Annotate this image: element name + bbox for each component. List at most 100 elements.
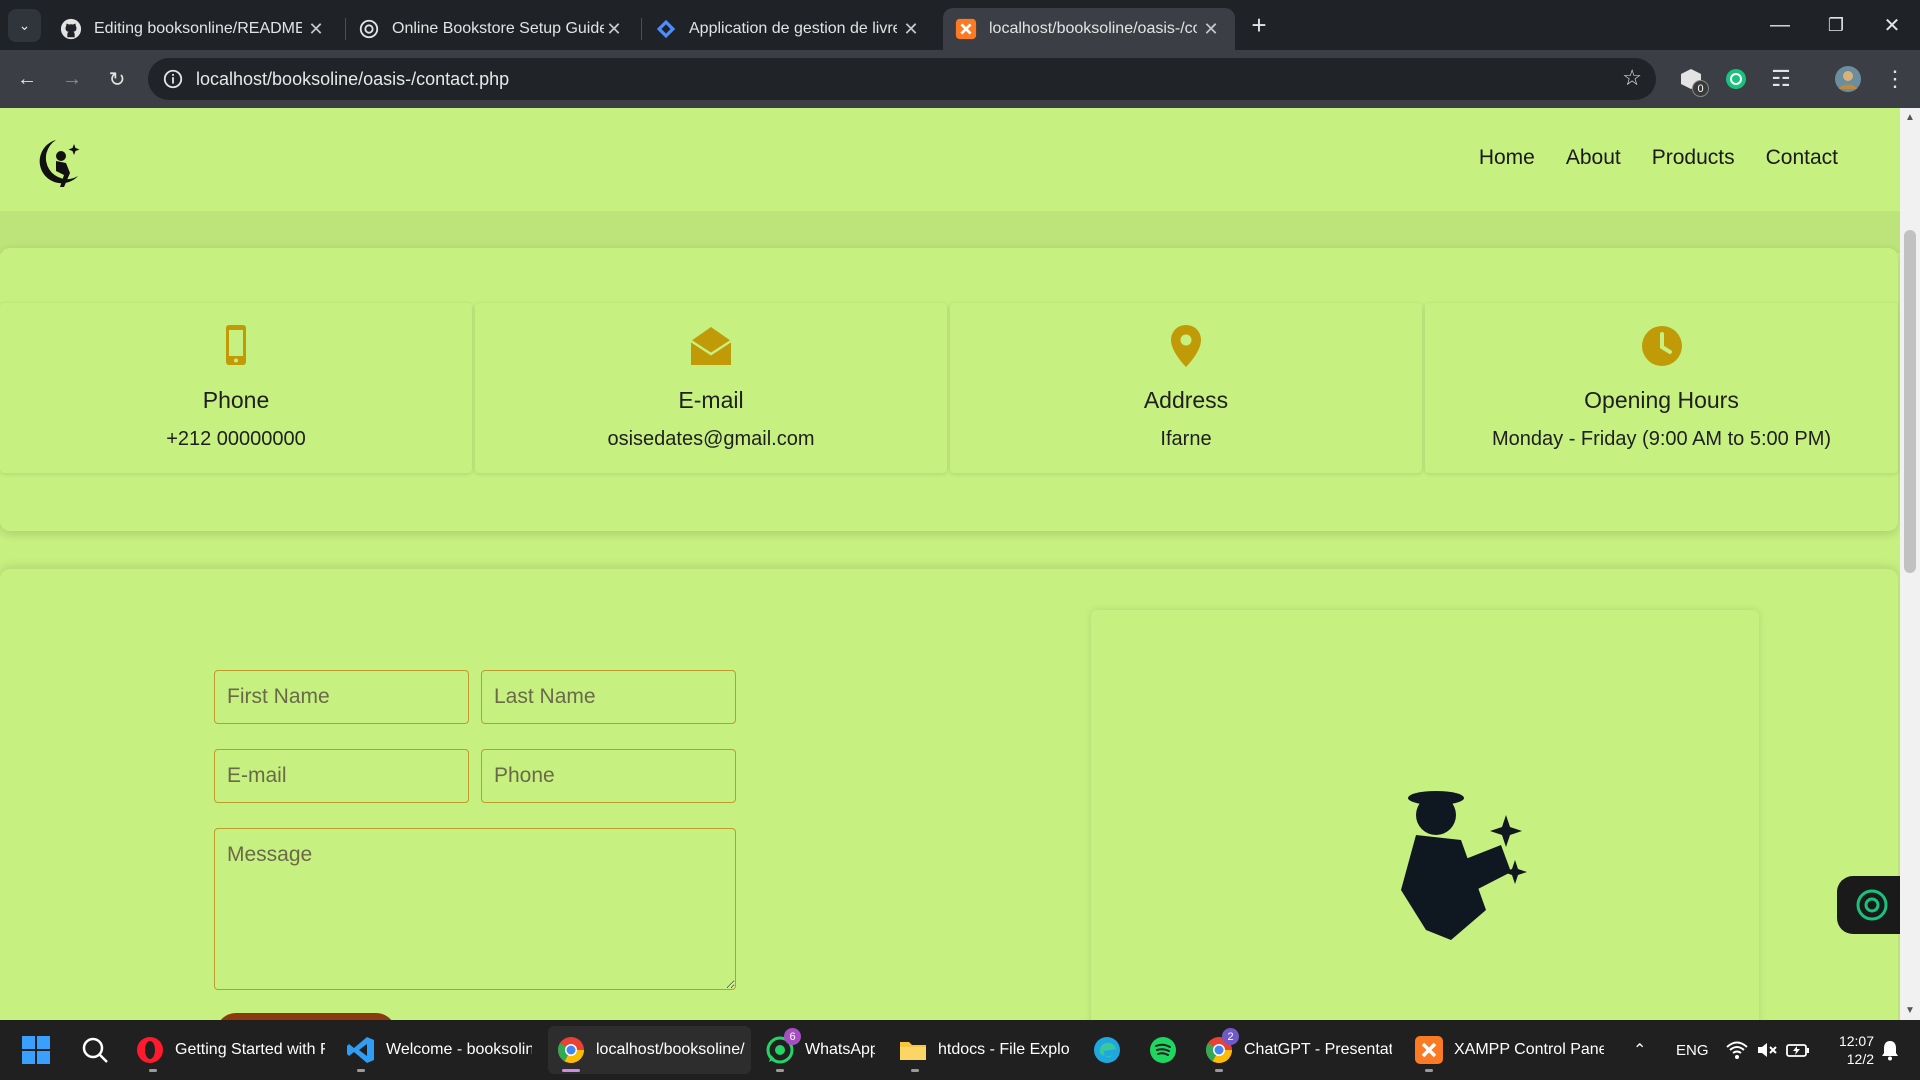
tab-github[interactable]: Editing booksonline/README.md ✕ <box>48 8 340 50</box>
page-viewport: Home About Products Contact Phone +212 0… <box>0 108 1900 1020</box>
taskbar-item-opera[interactable]: Getting Started with F <box>135 1026 325 1074</box>
start-button[interactable] <box>20 1026 52 1074</box>
running-indicator <box>1215 1069 1223 1072</box>
forward-button[interactable]: → <box>57 64 87 94</box>
close-window-button[interactable]: ✕ <box>1864 0 1920 50</box>
email-input[interactable] <box>214 749 469 803</box>
info-value: Monday - Friday (9:00 AM to 5:00 PM) <box>1491 428 1832 450</box>
edge-icon <box>1094 1037 1120 1063</box>
restore-icon: ❐ <box>1827 14 1845 35</box>
spotify-icon <box>1150 1037 1176 1063</box>
site-header: Home About Products Contact <box>0 108 1900 211</box>
taskbar-item-whatsapp[interactable]: 6 WhatsApp <box>765 1026 880 1074</box>
info-value[interactable]: osisedates@gmail.com <box>475 428 947 451</box>
info-box-hours: Opening Hours Monday - Friday (9:00 AM t… <box>1425 303 1898 473</box>
close-icon[interactable]: ✕ <box>604 19 624 39</box>
close-icon: ✕ <box>1883 14 1901 37</box>
info-value: Ifarne <box>1160 428 1212 450</box>
arrow-left-icon: ← <box>17 67 37 90</box>
extension-button[interactable]: 0 <box>1676 64 1709 97</box>
site-info-icon[interactable] <box>162 68 184 90</box>
scroll-down-icon[interactable]: ▼ <box>1905 1005 1915 1016</box>
info-title: E-mail <box>678 387 744 413</box>
star-icon[interactable]: ☆ <box>1622 65 1642 91</box>
clock-date: 12/2 <box>1846 1051 1874 1067</box>
tab-chatgpt[interactable]: Online Bookstore Setup Guide ✕ <box>346 8 638 50</box>
minimize-button[interactable]: — <box>1752 0 1808 50</box>
last-name-input[interactable] <box>481 670 736 724</box>
browser-menu-button[interactable]: ⋮ <box>1880 64 1910 94</box>
profile-button[interactable] <box>1833 64 1863 94</box>
restore-button[interactable]: ❐ <box>1808 0 1864 50</box>
windows-taskbar: Getting Started with F Welcome - booksol… <box>0 1020 1920 1080</box>
close-icon[interactable]: ✕ <box>306 19 326 39</box>
chatgpt-floating-button[interactable] <box>1837 876 1900 934</box>
tab-search-button[interactable]: ⌄ <box>8 9 41 42</box>
running-indicator <box>562 1069 580 1072</box>
nav-products-link[interactable]: Products <box>1652 146 1735 170</box>
puzzle-icon: ☶ <box>1771 66 1791 91</box>
mobile-phone-icon <box>226 325 246 365</box>
wifi-icon <box>1726 1041 1748 1059</box>
chatgpt-extension-button[interactable] <box>1721 64 1751 94</box>
extensions-menu-button[interactable]: ☶ <box>1766 64 1796 94</box>
battery-button[interactable] <box>1786 1020 1810 1080</box>
first-name-input[interactable] <box>214 670 469 724</box>
taskbar-item-chrome-active[interactable]: localhost/booksoline/ <box>548 1026 751 1074</box>
tab-title: Application de gestion de livres <box>689 20 897 37</box>
tab-title: localhost/booksoline/oasis-/contact.php <box>989 20 1197 37</box>
vscode-icon <box>347 1037 374 1063</box>
windows-logo-icon <box>22 1036 50 1064</box>
nav-about-link[interactable]: About <box>1566 146 1621 170</box>
tab-jira[interactable]: Application de gestion de livres ✕ <box>643 8 935 50</box>
notification-button[interactable] <box>1880 1020 1900 1080</box>
taskbar-item-spotify[interactable] <box>1148 1026 1188 1074</box>
map-pin-icon <box>1171 325 1201 367</box>
wifi-button[interactable] <box>1726 1020 1748 1080</box>
chrome-icon <box>557 1037 585 1064</box>
nav-home-link[interactable]: Home <box>1479 146 1535 170</box>
clock-icon <box>1641 326 1682 366</box>
send-button[interactable] <box>216 1013 396 1020</box>
page-scrollbar[interactable]: ▲ ▼ <box>1900 108 1920 1020</box>
logo-icon[interactable] <box>34 136 82 192</box>
browser-tab-strip: ⌄ Editing booksonline/README.md ✕ Online… <box>0 0 1920 50</box>
close-icon[interactable]: ✕ <box>1201 19 1221 39</box>
tray-overflow-button[interactable]: ⌃ <box>1633 1020 1646 1080</box>
browser-toolbar: ← → ↻ localhost/booksoline/oasis-/contac… <box>0 50 1920 108</box>
language-indicator[interactable]: ENG <box>1676 1020 1709 1080</box>
taskbar-item-label: Getting Started with F <box>175 1041 325 1058</box>
tab-title: Editing booksonline/README.md <box>94 20 302 37</box>
taskbar-item-file-explorer[interactable]: htdocs - File Explorer <box>898 1026 1073 1074</box>
scroll-up-icon[interactable]: ▲ <box>1905 112 1915 123</box>
new-tab-button[interactable]: + <box>1244 10 1274 40</box>
info-title: Opening Hours <box>1584 387 1739 413</box>
xampp-icon <box>1415 1036 1443 1064</box>
running-indicator <box>149 1069 157 1072</box>
taskbar-item-vscode[interactable]: Welcome - booksoline <box>346 1026 536 1074</box>
more-vertical-icon: ⋮ <box>1884 66 1906 91</box>
url-text[interactable]: localhost/booksoline/oasis-/contact.php <box>196 69 509 90</box>
reload-button[interactable]: ↻ <box>102 64 132 94</box>
clock[interactable]: 12:07 12/2 <box>1826 1020 1874 1080</box>
phone-input[interactable] <box>481 749 736 803</box>
bell-icon <box>1882 1041 1898 1061</box>
volume-button[interactable] <box>1756 1020 1778 1080</box>
close-icon[interactable]: ✕ <box>901 19 921 39</box>
taskbar-item-edge[interactable] <box>1092 1026 1132 1074</box>
chatgpt-icon <box>1726 69 1746 89</box>
reload-icon: ↻ <box>108 68 126 91</box>
taskbar-search-button[interactable] <box>80 1026 110 1074</box>
extension-badge: 0 <box>1692 80 1709 97</box>
main-nav: Home About Products Contact <box>1479 146 1838 170</box>
nav-contact-link[interactable]: Contact <box>1766 146 1838 170</box>
search-icon <box>82 1037 108 1063</box>
message-textarea[interactable] <box>214 828 736 990</box>
address-bar[interactable]: localhost/booksoline/oasis-/contact.php … <box>148 58 1656 100</box>
taskbar-item-xampp[interactable]: XAMPP Control Panel <box>1414 1026 1604 1074</box>
language-label: ENG <box>1676 1041 1709 1059</box>
back-button[interactable]: ← <box>12 64 42 94</box>
scrollbar-thumb[interactable] <box>1904 230 1916 573</box>
taskbar-item-chatgpt-chrome[interactable]: 2 ChatGPT - Presentation <box>1204 1026 1394 1074</box>
tab-contact-active[interactable]: localhost/booksoline/oasis-/contact.php … <box>943 8 1235 50</box>
